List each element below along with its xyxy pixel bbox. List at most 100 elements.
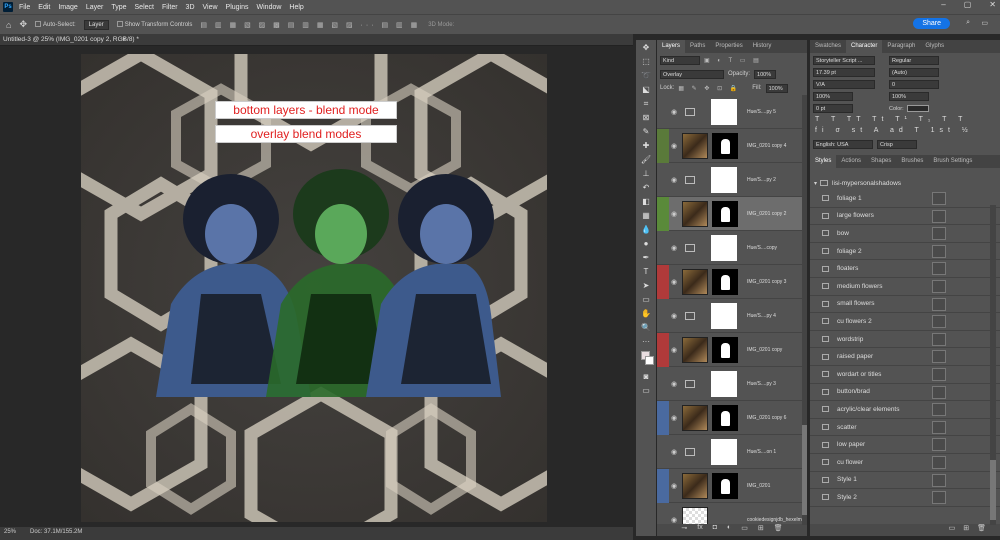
layer-row[interactable]: ◉ Hue/S....py 5 [657, 95, 807, 129]
style-preview-thumbnail[interactable] [932, 227, 946, 241]
visibility-eye-icon[interactable]: ◉ [669, 380, 679, 388]
auto-select-dropdown[interactable]: Layer [83, 19, 109, 30]
layer-name[interactable]: Hue/S....on 1 [747, 449, 776, 455]
layer-mask-thumbnail[interactable] [711, 370, 737, 397]
gradient-tool-icon[interactable]: ▦ [638, 209, 654, 222]
style-preview-thumbnail[interactable] [932, 438, 946, 452]
layer-row[interactable]: ◉ Hue/S....on 1 [657, 435, 807, 469]
style-item[interactable]: button/brad [810, 384, 1000, 402]
style-item[interactable]: Style 1 [810, 472, 1000, 490]
close-icon[interactable]: ✕ [989, 0, 996, 9]
layer-name[interactable]: IMG_0201 copy 3 [747, 279, 786, 285]
blur-tool-icon[interactable]: 💧 [638, 223, 654, 236]
fx-icon[interactable]: fx [697, 524, 702, 536]
filter-kind-dropdown[interactable]: Kind [660, 55, 700, 65]
menu-edit[interactable]: Edit [38, 4, 50, 11]
menu-image[interactable]: Image [58, 4, 77, 11]
layer-name[interactable]: IMG_0201 [747, 483, 770, 489]
font-family-dropdown[interactable]: Storyteller Script ... [813, 56, 875, 65]
layer-mask-thumbnail[interactable] [711, 166, 737, 193]
layer-row[interactable]: ◉ IMG_0201 [657, 468, 807, 503]
layer-thumbnail[interactable] [682, 506, 708, 524]
style-preview-thumbnail[interactable] [932, 244, 946, 258]
style-item[interactable]: wordstrip [810, 331, 1000, 349]
tab-properties[interactable]: Properties [710, 40, 747, 53]
visibility-eye-icon[interactable]: ◉ [669, 312, 679, 320]
pen-tool-icon[interactable]: ✒ [638, 251, 654, 264]
lasso-tool-icon[interactable]: ➰ [638, 69, 654, 82]
style-preview-thumbnail[interactable] [932, 262, 946, 276]
style-item[interactable]: bow [810, 225, 1000, 243]
tab-paths[interactable]: Paths [685, 40, 710, 53]
delete-style-icon[interactable]: 🗑 [977, 524, 986, 536]
layer-name[interactable]: Hue/S....py 2 [747, 177, 776, 183]
layer-row[interactable]: ◉ IMG_0201 copy 3 [657, 264, 807, 299]
layer-row[interactable]: ◉ IMG_0201 copy 4 [657, 128, 807, 163]
search-icon[interactable]: ⌕ [966, 19, 970, 27]
style-preview-thumbnail[interactable] [932, 315, 946, 329]
style-item[interactable]: cu flower [810, 454, 1000, 472]
blend-mode-dropdown[interactable]: Overlay [660, 69, 724, 79]
move-tool-icon[interactable]: ✥ [638, 41, 654, 54]
style-preview-thumbnail[interactable] [932, 385, 946, 399]
object-select-tool-icon[interactable]: ⬕ [638, 83, 654, 96]
style-preview-thumbnail[interactable] [932, 455, 946, 469]
visibility-eye-icon[interactable]: ◉ [669, 414, 679, 422]
layer-name[interactable]: IMG_0201 copy [747, 347, 782, 353]
layer-thumbnail[interactable] [682, 472, 708, 499]
style-item[interactable]: floaters [810, 260, 1000, 278]
menu-plugins[interactable]: Plugins [226, 4, 249, 11]
visibility-eye-icon[interactable]: ◉ [669, 108, 679, 116]
menu-window[interactable]: Window [257, 4, 282, 11]
style-item[interactable]: Style 2 [810, 489, 1000, 507]
menu-view[interactable]: View [203, 4, 218, 11]
style-item[interactable]: small flowers [810, 296, 1000, 314]
visibility-eye-icon[interactable]: ◉ [669, 176, 679, 184]
layer-thumbnail[interactable] [682, 404, 708, 431]
tab-brushes[interactable]: Brushes [896, 155, 928, 168]
style-item[interactable]: large flowers [810, 208, 1000, 226]
menu-file[interactable]: File [19, 4, 30, 11]
transform-controls-checkbox[interactable] [116, 21, 123, 28]
layer-mask-thumbnail[interactable] [711, 438, 737, 465]
style-item[interactable]: medium flowers [810, 278, 1000, 296]
minimize-icon[interactable]: – [941, 0, 945, 9]
tab-history[interactable]: History [748, 40, 777, 53]
lock-icons[interactable]: ▦ ✎ ✥ ⊡ 🔒 [678, 85, 740, 92]
layer-name[interactable]: IMG_0201 copy 2 [747, 211, 786, 217]
artboard[interactable]: bottom layers - blend mode overlay blend… [81, 54, 547, 522]
auto-select-checkbox[interactable] [34, 21, 41, 28]
layer-row[interactable]: ◉ cookiedesignjdb_hexelmoonsvlayer2 [657, 503, 807, 524]
dodge-tool-icon[interactable]: ● [638, 237, 654, 250]
screen-mode-icon[interactable]: ▭ [638, 384, 654, 397]
align-icons[interactable]: ▤ ▥ ▦ ▧ ▨ ▩ ▤ ▥ ▦ ▧ ▨ ··· ▤ ▥ ▦ [200, 21, 420, 29]
tab-shapes[interactable]: Shapes [866, 155, 896, 168]
style-item[interactable]: raised paper [810, 348, 1000, 366]
layer-mask-thumbnail[interactable] [712, 404, 738, 431]
eraser-tool-icon[interactable]: ◧ [638, 195, 654, 208]
menu-select[interactable]: Select [135, 4, 154, 11]
eyedropper-tool-icon[interactable]: ✎ [638, 125, 654, 138]
styles-group-header[interactable]: ▾ lisi-mypersonalshadows [810, 176, 1000, 190]
leading-field[interactable]: (Auto) [889, 68, 939, 77]
visibility-eye-icon[interactable]: ◉ [669, 210, 679, 218]
styles-scrollbar[interactable] [990, 205, 996, 525]
style-item[interactable]: acrylic/clear elements [810, 401, 1000, 419]
visibility-eye-icon[interactable]: ◉ [669, 346, 679, 354]
new-layer-icon[interactable]: ⊞ [758, 524, 764, 536]
tab-paragraph[interactable]: Paragraph [882, 40, 920, 53]
history-brush-icon[interactable]: ↶ [638, 181, 654, 194]
maximize-icon[interactable]: ▢ [964, 0, 972, 9]
hand-tool-icon[interactable]: ✋ [638, 307, 654, 320]
tab-glyphs[interactable]: Glyphs [920, 40, 949, 53]
font-size-field[interactable]: 17.39 pt [813, 68, 875, 77]
tab-brush-settings[interactable]: Brush Settings [928, 155, 977, 168]
tab-layers[interactable]: Layers [657, 40, 686, 53]
layer-name[interactable]: IMG_0201 copy 6 [747, 415, 786, 421]
layer-mask-thumbnail[interactable] [711, 302, 737, 329]
layer-row[interactable]: ◉ Hue/S....py 3 [657, 367, 807, 401]
trash-icon[interactable]: 🗑 [774, 524, 783, 536]
layer-row[interactable]: ◉ IMG_0201 copy 2 [657, 196, 807, 231]
layer-mask-thumbnail[interactable] [712, 268, 738, 295]
text-style-buttons[interactable]: T T TT Tt T¹ T₁ T T [810, 116, 1000, 127]
